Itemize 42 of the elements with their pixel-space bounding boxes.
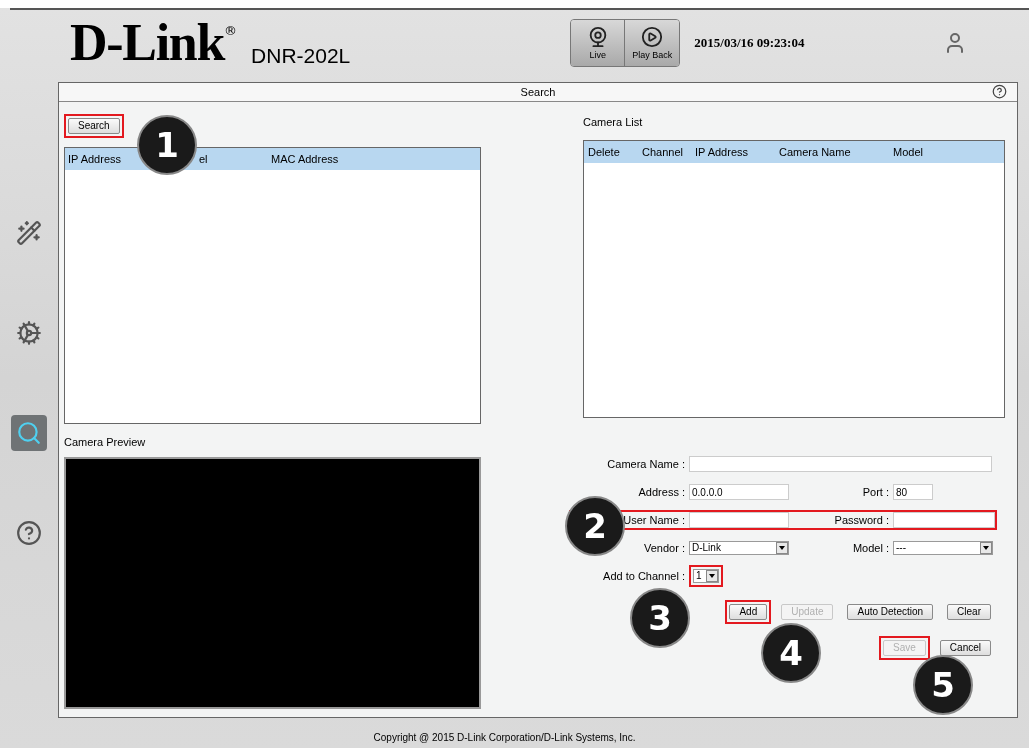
text-field[interactable]: 0.0.0.0 [689,484,789,500]
registered-mark: ® [224,22,238,38]
column-header: Delete [587,144,621,160]
column-header: Model [892,144,924,160]
dropdown[interactable]: 1 [693,569,719,583]
column-header: Camera Name [778,144,852,160]
model-name: DNR-202L [251,42,351,69]
text-field[interactable] [689,512,789,528]
nav-button[interactable]: Live [571,20,626,66]
help-icon[interactable] [992,84,1007,99]
field-label: Port : [862,484,889,500]
section-label: Camera Preview [64,436,147,449]
field-label: Password : [834,512,889,528]
form-button[interactable]: Clear [947,604,991,620]
column-header: Channel [641,144,684,160]
column-header: IP Address [67,151,122,167]
field-label: Model : [852,540,889,556]
camera-name-field[interactable] [689,456,992,472]
text-field[interactable] [893,512,995,528]
column-header: IP Address [694,144,749,160]
search-icon[interactable] [11,415,47,451]
nav-button[interactable]: Play Back [625,20,680,66]
section-label: Camera List [583,116,644,129]
form-button[interactable]: Cancel [939,640,991,656]
form-button[interactable]: Auto Detection [847,604,934,620]
field-label: Vendor : [644,540,685,556]
field-label: Camera Name : [607,456,685,472]
field-label: Add to Channel : [603,568,685,584]
panel-title: Search [520,84,556,100]
form-button[interactable]: Add [729,604,768,620]
logo: D-Link [70,17,225,69]
copyright-text: Copyright @ 2015 D-Link Corporation/D-Link Systems, Inc. [373,731,636,745]
form-button[interactable]: Search [68,118,120,134]
field-label: Address : [638,484,685,500]
text-field[interactable]: 80 [893,484,933,500]
column-header: el [198,151,209,167]
date-time: 2015/03/16 09:23:04 [694,34,805,53]
field-label: User Name : [623,512,685,528]
play-icon [641,26,664,48]
dropdown[interactable]: --- [893,541,993,555]
column-header: MAC Address [270,151,340,167]
dropdown[interactable]: D-Link [689,541,789,555]
